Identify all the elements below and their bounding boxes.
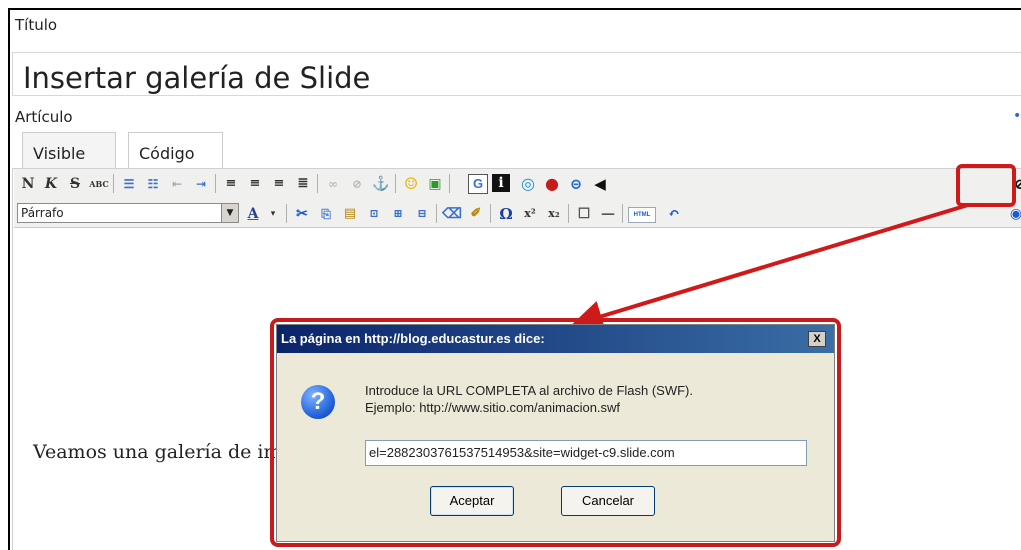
html-button[interactable]: HTML [628,207,656,223]
edge-marker: • [1013,108,1021,124]
toolbar-separator [215,174,216,193]
toolbar-separator [622,204,623,223]
toolbar-separator [436,204,437,223]
select-all-icon[interactable]: ⊟ [412,204,432,224]
toolbar-separator [449,174,450,193]
url-input[interactable]: el=2882303761537514953&site=widget-c9.sl… [365,440,807,466]
special-char-button[interactable]: Ω [496,204,516,224]
copy-icon[interactable]: ⎘ [316,204,336,224]
align-right-icon[interactable]: ≡ [269,174,289,194]
search-media-icon[interactable]: ◎ [518,174,538,194]
align-center-icon[interactable]: ≡ [245,174,265,194]
italic-button[interactable]: K [41,174,61,194]
toolbar-row-1: N K S ABC ☰ ☷ ⇤ ⇥ ≡ ≡ ≡ ≣ ∞ ⊘ ⚓ ☺ ▣ G i … [14,169,1021,199]
image-icon[interactable]: ▣ [425,174,445,194]
indent-icon[interactable]: ⇥ [191,174,211,194]
close-icon[interactable]: X [808,331,826,347]
prompt-dialog: La página en http://blog.educastur.es di… [276,324,835,542]
smiley-icon[interactable]: ☺ [401,174,421,194]
toolbar-separator [568,204,569,223]
title-label: Título [15,16,58,34]
toolbar-separator [113,174,114,193]
toolbar-separator [286,204,287,223]
subscript-button[interactable]: x₂ [544,204,564,224]
tab-visible[interactable]: Visible [22,132,116,168]
paste-icon[interactable]: ▤ [340,204,360,224]
flash-button-highlight [956,164,1016,207]
article-label: Artículo [15,108,73,126]
toolbar-separator [395,174,396,193]
toolbar-row-2: Párrafo ▼ A ▾ ✂ ⎘ ▤ ⊡ ⊞ ⊟ ⌫ ✐ Ω x² x₂ ☐ … [14,199,1021,228]
bold-button[interactable]: N [18,174,38,194]
cleanup-icon[interactable]: ✐ [466,204,486,224]
numbered-list-icon[interactable]: ☷ [143,174,163,194]
unlink-icon[interactable]: ⊘ [347,174,367,194]
help-icon[interactable]: ◉ [1006,204,1021,224]
google-button[interactable]: G [468,174,488,194]
chevron-down-icon: ▼ [221,204,238,222]
undo-icon[interactable]: ↶ [664,204,684,224]
title-input[interactable]: Insertar galería de Slide [12,52,1021,96]
tab-codigo[interactable]: Código [128,132,223,168]
dialog-title: La página en http://blog.educastur.es di… [281,331,545,346]
strikethrough-button[interactable]: S [65,174,85,194]
remove-format-icon[interactable]: ⌫ [442,204,462,224]
dialog-message-line2: Ejemplo: http://www.sitio.com/animacion.… [365,400,621,415]
bullet-list-icon[interactable]: ☰ [119,174,139,194]
horizontal-rule-icon[interactable]: — [598,204,618,224]
dialog-message-line1: Introduce la URL COMPLETA al archivo de … [365,383,693,398]
audio-icon[interactable]: ◀ [590,174,610,194]
text-color-button[interactable]: A [243,204,263,224]
cut-icon[interactable]: ✂ [292,204,312,224]
toolbar-separator [317,174,318,193]
paragraph-format-select[interactable]: Párrafo ▼ [17,203,239,223]
align-left-icon[interactable]: ≡ [221,174,241,194]
record-icon[interactable]: ● [542,174,562,194]
accept-button[interactable]: Aceptar [430,486,514,516]
question-icon: ? [301,385,335,419]
outdent-icon[interactable]: ⇤ [167,174,187,194]
link-icon[interactable]: ∞ [323,174,343,194]
cancel-button[interactable]: Cancelar [561,486,655,516]
align-justify-icon[interactable]: ≣ [293,174,313,194]
paste-word-icon[interactable]: ⊞ [388,204,408,224]
video-icon[interactable]: ⊝ [566,174,586,194]
spellcheck-button[interactable]: ABC [89,174,109,194]
info-button[interactable]: i [492,174,510,192]
dialog-titlebar[interactable]: La página en http://blog.educastur.es di… [277,325,834,353]
superscript-button[interactable]: x² [520,204,540,224]
dialog-message: Introduce la URL COMPLETA al archivo de … [365,382,693,416]
page-break-icon[interactable]: ☐ [574,204,594,224]
paragraph-format-value: Párrafo [21,206,64,220]
paste-text-icon[interactable]: ⊡ [364,204,384,224]
text-color-dropdown-icon[interactable]: ▾ [263,204,283,224]
toolbar-separator [490,204,491,223]
anchor-icon[interactable]: ⚓ [371,174,391,194]
